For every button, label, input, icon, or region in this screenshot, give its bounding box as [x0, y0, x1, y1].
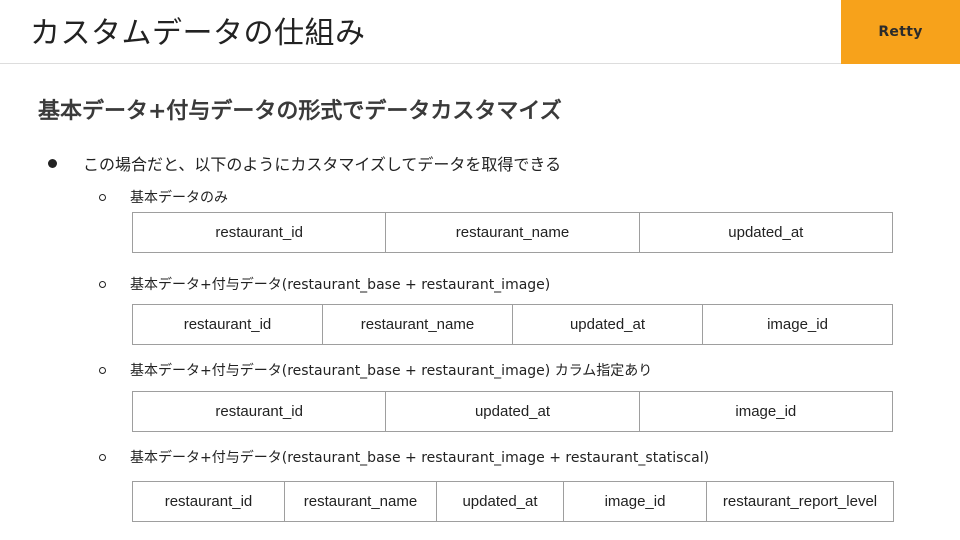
schema-table-base-image: restaurant_id restaurant_name updated_at… [132, 304, 893, 345]
slide-title: カスタムデータの仕組み [30, 16, 366, 51]
table-row: restaurant_id restaurant_name updated_at… [132, 304, 893, 345]
hollow-circle-icon [99, 453, 106, 461]
bullet-dot-icon [48, 158, 57, 168]
sub-bullet-label: 基本データ+付与データ(restaurant_base + restaurant… [130, 450, 710, 466]
sub-bullet-column-specified: 基本データ+付与データ(restaurant_base + restaurant… [99, 359, 652, 381]
table-row: restaurant_id restaurant_name updated_at [131, 212, 894, 253]
table-cell: updated_at [436, 481, 564, 522]
sub-bullet-base-image-statistical: 基本データ+付与データ(restaurant_base + restaurant… [99, 446, 709, 468]
table-cell: updated_at [638, 212, 894, 253]
sub-bullet-basic-only: 基本データのみ [99, 186, 228, 208]
slide-header: カスタムデータの仕組み Retty [0, 0, 960, 64]
sub-bullet-base-image: 基本データ+付与データ(restaurant_base + restaurant… [99, 273, 550, 295]
section-heading: 基本データ+付与データの形式でデータカスタマイズ [38, 99, 562, 124]
table-row: restaurant_id updated_at image_id [131, 391, 894, 432]
table-row: restaurant_id restaurant_name updated_at… [132, 481, 894, 522]
table-cell: updated_at [512, 304, 703, 345]
sub-bullet-label: 基本データのみ [130, 190, 228, 206]
table-cell: restaurant_name [284, 481, 437, 522]
table-cell: restaurant_name [385, 212, 640, 253]
table-cell: restaurant_report_level [706, 481, 894, 522]
logo-text: Retty [878, 24, 923, 40]
schema-table-column-specified: restaurant_id updated_at image_id [131, 391, 894, 432]
hollow-circle-icon [99, 366, 106, 374]
table-cell: restaurant_name [322, 304, 513, 345]
table-cell: restaurant_id [132, 481, 285, 522]
table-cell: image_id [702, 304, 893, 345]
hollow-circle-icon [99, 193, 106, 201]
schema-table-basic-only: restaurant_id restaurant_name updated_at [131, 212, 894, 253]
brand-logo: Retty [841, 0, 960, 64]
table-cell: restaurant_id [132, 304, 323, 345]
table-cell: image_id [563, 481, 707, 522]
sub-bullet-label: 基本データ+付与データ(restaurant_base + restaurant… [130, 363, 653, 379]
bullet-item: この場合だと、以下のようにカスタマイズしてデータを取得できる [48, 151, 561, 175]
table-cell: restaurant_id [131, 212, 387, 253]
bullet-text: この場合だと、以下のようにカスタマイズしてデータを取得できる [83, 155, 562, 174]
table-cell: restaurant_id [131, 391, 387, 432]
sub-bullet-label: 基本データ+付与データ(restaurant_base + restaurant… [130, 277, 551, 293]
schema-table-base-image-statistical: restaurant_id restaurant_name updated_at… [132, 481, 894, 522]
hollow-circle-icon [99, 280, 106, 288]
table-cell: image_id [638, 391, 894, 432]
table-cell: updated_at [385, 391, 640, 432]
